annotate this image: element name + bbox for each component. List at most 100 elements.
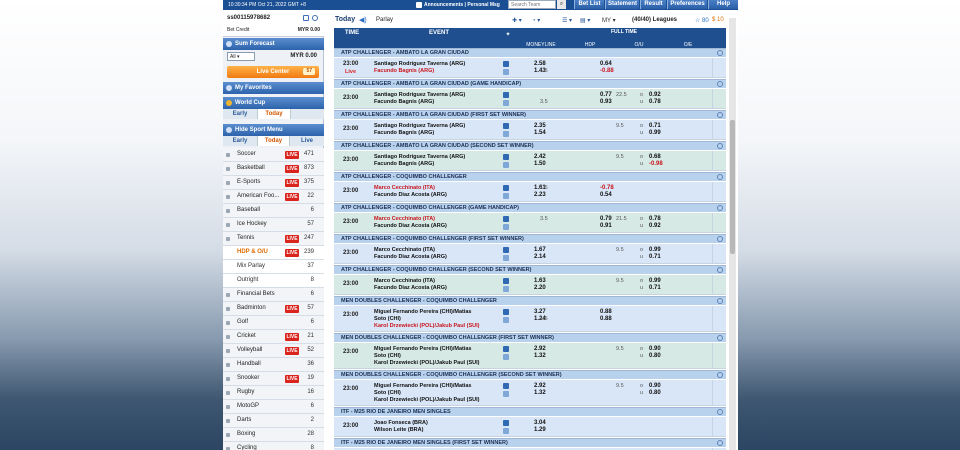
sidebar-item-sport[interactable]: Cricket LIVE 21 [223, 330, 324, 344]
stats-icon[interactable] [503, 92, 509, 98]
forecast-select[interactable]: All ▾ [227, 52, 255, 61]
refresh-icon[interactable] [717, 205, 723, 211]
sidebar-item-sport[interactable]: Mix Parlay 37 [223, 260, 324, 274]
refresh-icon[interactable] [717, 50, 723, 56]
under-odds[interactable]: 0.92 [649, 223, 661, 229]
moneyline-away-odds[interactable]: 1.32 [534, 390, 546, 396]
league-header[interactable]: ATP CHALLENGER - COQUIMBO CHALLENGER (GA… [334, 203, 726, 212]
tv-icon[interactable] [503, 255, 509, 261]
over-odds[interactable]: 0.99 [649, 247, 661, 253]
refresh-icon[interactable] [717, 409, 723, 415]
vertical-scrollbar[interactable] [729, 18, 736, 450]
stats-icon[interactable] [503, 309, 509, 315]
moneyline-home-odds[interactable]: 3.27 [534, 309, 546, 315]
result-button[interactable]: Result [640, 0, 666, 9]
tab-wc-today[interactable]: Today [257, 109, 291, 119]
moneyline-away-odds[interactable]: 1.50 [534, 161, 546, 167]
over-odds[interactable]: 0.90 [649, 383, 661, 389]
tab-live[interactable]: Live [290, 136, 324, 146]
refresh-icon[interactable] [717, 81, 723, 87]
hdp-home-odds[interactable]: -0.78 [600, 185, 614, 191]
refresh-icon[interactable] [312, 15, 318, 21]
tv-icon[interactable] [503, 317, 509, 323]
league-header[interactable]: ATP CHALLENGER - AMBATO LA GRAN CIUDAD (… [334, 79, 726, 88]
refresh-icon[interactable] [717, 236, 723, 242]
tab-wc-early[interactable]: Early [223, 109, 257, 119]
under-odds[interactable]: 0.71 [649, 285, 661, 291]
moneyline-away-odds[interactable]: 1.32 [534, 353, 546, 359]
search-icon[interactable]: ⌕ [557, 0, 566, 9]
add-icon[interactable]: ✚ ▾ [512, 17, 522, 24]
stats-icon[interactable] [503, 61, 509, 67]
under-odds[interactable]: 0.71 [649, 254, 661, 260]
refresh-icon[interactable] [717, 143, 723, 149]
tv-icon[interactable] [503, 286, 509, 292]
moneyline-home-odds[interactable]: 3.04 [534, 420, 546, 426]
my-favorites-header[interactable]: My Favorites [223, 82, 324, 94]
tab-today[interactable]: Today [257, 136, 290, 146]
statement-button[interactable]: Statement [605, 0, 639, 9]
hdp-away-odds[interactable]: 0.91 [600, 223, 612, 229]
hdp-home-odds[interactable]: 0.77 [600, 92, 612, 98]
refresh-icon[interactable] [717, 298, 723, 304]
hdp-away-odds[interactable]: 0.93 [600, 99, 612, 105]
parlay-toggle[interactable]: Parlay [376, 17, 393, 23]
league-header[interactable]: ATP CHALLENGER - AMBATO LA GRAN CIUDAD [334, 48, 726, 57]
tv-icon[interactable] [503, 391, 509, 397]
stats-icon[interactable] [503, 346, 509, 352]
sidebar-item-sport[interactable]: Darts 2 [223, 414, 324, 428]
sidebar-item-sport[interactable]: Soccer LIVE 471 [223, 148, 324, 162]
hdp-home-odds[interactable]: 0.64 [600, 61, 612, 67]
tv-icon[interactable] [503, 193, 509, 199]
scrollbar-thumb[interactable] [730, 120, 735, 254]
sidebar-item-sport[interactable]: Badminton LIVE 57 [223, 302, 324, 316]
sidebar-item-sport[interactable]: HDP & O/U LIVE 239 [223, 246, 324, 260]
speaker-icon[interactable]: ◀) [359, 16, 367, 24]
league-header[interactable]: MEN DOUBLES CHALLENGER - COQUIMBO CHALLE… [334, 296, 726, 305]
odds-type-select[interactable]: MY ▾ [602, 17, 616, 24]
sort-icon[interactable]: ☰ ▾ [562, 17, 572, 24]
sidebar-item-sport[interactable]: Volleyball LIVE 52 [223, 344, 324, 358]
world-cup-header[interactable]: World Cup [223, 97, 324, 109]
moneyline-home-odds[interactable]: 2.92 [534, 346, 546, 352]
moneyline-away-odds[interactable]: 1.29 [534, 427, 546, 433]
message-icon[interactable] [303, 15, 309, 21]
sidebar-item-sport[interactable]: MotoGP 6 [223, 400, 324, 414]
league-header[interactable]: ATP CHALLENGER - COQUIMBO CHALLENGER (SE… [334, 265, 726, 274]
stats-icon[interactable] [503, 123, 509, 129]
tv-icon[interactable] [503, 354, 509, 360]
hdp-away-odds[interactable]: 0.54 [600, 192, 612, 198]
hdp-away-odds[interactable]: 0.88 [600, 316, 612, 322]
favorites-counter[interactable]: ☆ 80 [695, 17, 709, 24]
search-team-input[interactable] [508, 0, 556, 9]
refresh-icon[interactable] [717, 174, 723, 180]
sidebar-item-sport[interactable]: American Foo... LIVE 22 [223, 190, 324, 204]
hdp-home-odds[interactable]: 0.88 [600, 309, 612, 315]
tv-icon[interactable] [503, 100, 509, 106]
sidebar-item-sport[interactable]: Rugby 16 [223, 386, 324, 400]
sidebar-item-sport[interactable]: E-Sports LIVE 375 [223, 176, 324, 190]
over-odds[interactable]: 0.92 [649, 92, 661, 98]
league-header[interactable]: ATP CHALLENGER - AMBATO LA GRAN CIUDAD (… [334, 110, 726, 119]
sidebar-item-sport[interactable]: Cycling 8 [223, 442, 324, 450]
league-header[interactable]: ATP CHALLENGER - COQUIMBO CHALLENGER (FI… [334, 234, 726, 243]
refresh-icon[interactable] [717, 372, 723, 378]
sum-forecast-header[interactable]: Sum Forecast [223, 38, 324, 50]
league-header[interactable]: MEN DOUBLES CHALLENGER - COQUIMBO CHALLE… [334, 370, 726, 379]
under-odds[interactable]: 0.80 [649, 390, 661, 396]
hide-sport-menu-header[interactable]: Hide Sport Menu [223, 124, 324, 136]
moneyline-home-odds[interactable]: 1.67 [534, 247, 546, 253]
over-odds[interactable]: 0.90 [649, 346, 661, 352]
league-header[interactable]: ITF - M25 RIO DE JANEIRO MEN SINGLES (FI… [334, 438, 726, 447]
refresh-icon[interactable] [717, 267, 723, 273]
under-odds[interactable]: 0.80 [649, 353, 661, 359]
moneyline-home-odds[interactable]: 2.58 [534, 61, 546, 67]
stats-icon[interactable] [503, 154, 509, 160]
league-header[interactable]: MEN DOUBLES CHALLENGER - COQUIMBO CHALLE… [334, 333, 726, 342]
sidebar-item-sport[interactable]: Baseball 6 [223, 204, 324, 218]
moneyline-away-odds[interactable]: 2.20 [534, 285, 546, 291]
stats-icon[interactable] [503, 185, 509, 191]
stats-icon[interactable] [503, 278, 509, 284]
pin-icon[interactable]: ✦ [504, 31, 512, 38]
under-odds[interactable]: 0.78 [649, 99, 661, 105]
